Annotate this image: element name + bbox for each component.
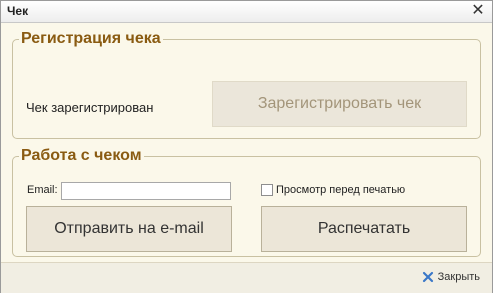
receipt-actions-legend: Работа с чеком	[21, 147, 142, 164]
send-email-button[interactable]: Отправить на e-mail	[26, 206, 232, 252]
preview-before-print-checkbox[interactable]	[261, 184, 273, 196]
window-title: Чек	[7, 4, 29, 18]
close-icon[interactable]: ✕	[470, 3, 486, 19]
receipt-window: Чек ✕ Регистрация чека Чек зарегистриров…	[0, 0, 493, 293]
window-content: Регистрация чека Чек зарегистрирован Зар…	[1, 23, 492, 262]
title-bar: Чек ✕	[1, 1, 492, 23]
registration-status: Чек зарегистрирован	[26, 100, 154, 115]
register-receipt-button[interactable]: Зарегистрировать чек	[212, 81, 467, 127]
print-button[interactable]: Распечатать	[261, 206, 467, 252]
close-icon	[422, 271, 433, 283]
receipt-actions-group: Работа с чеком Email: Просмотр перед печ…	[12, 147, 481, 257]
footer-bar: Закрыть	[1, 262, 492, 293]
email-label: Email:	[27, 184, 58, 196]
registration-group: Регистрация чека Чек зарегистрирован Зар…	[12, 30, 481, 139]
close-button[interactable]: Закрыть	[422, 271, 480, 283]
email-input[interactable]	[61, 182, 231, 200]
registration-legend: Регистрация чека	[21, 30, 161, 47]
preview-before-print-label[interactable]: Просмотр перед печатью	[276, 184, 405, 196]
close-button-label: Закрыть	[437, 271, 480, 283]
